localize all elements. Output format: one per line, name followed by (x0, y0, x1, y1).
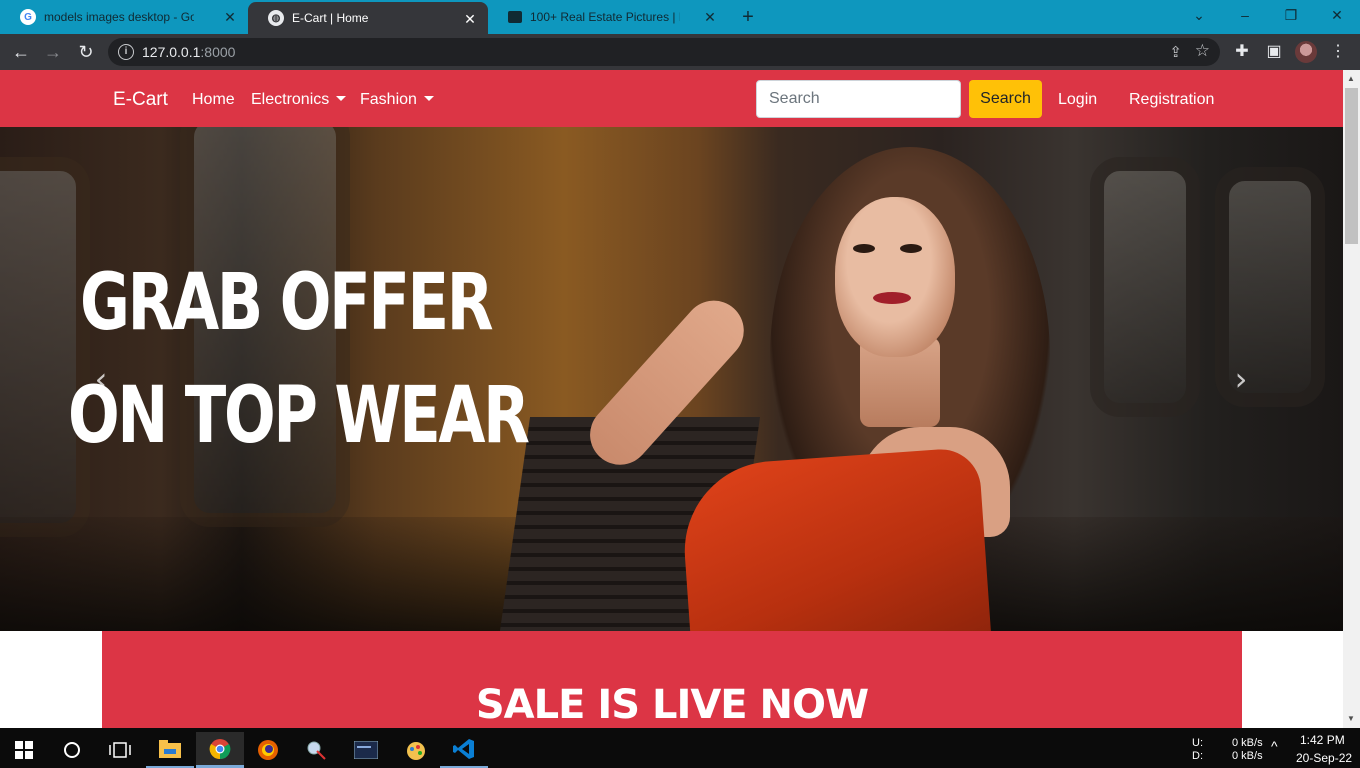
close-window-icon[interactable]: ✕ (1314, 0, 1360, 34)
minimize-icon[interactable]: – (1222, 0, 1268, 34)
hero-headline-line1: GRAB OFFER (80, 258, 494, 348)
site-info-icon[interactable]: i (118, 44, 134, 60)
windows-start-icon[interactable] (0, 732, 48, 768)
caret-down-icon (336, 96, 347, 101)
net-up-value: 0 kB/s (1232, 737, 1263, 749)
hero-model-eye (853, 244, 875, 253)
caret-down-icon (423, 96, 434, 101)
nav-fashion-dropdown[interactable]: Fashion (360, 91, 434, 109)
side-panel-icon[interactable]: ▣ (1264, 42, 1284, 62)
snipping-tool-icon[interactable] (292, 732, 340, 768)
search-input[interactable] (756, 80, 961, 118)
net-up-label: U: (1192, 737, 1203, 749)
bookmark-star-icon[interactable]: ☆ (1195, 41, 1210, 61)
vscode-icon[interactable] (440, 732, 488, 768)
clock-time[interactable]: 1:42 PM (1300, 733, 1345, 747)
google-g-icon: G (20, 9, 36, 25)
sale-heading: SALE IS LIVE NOW (475, 682, 869, 728)
nav-registration[interactable]: Registration (1129, 91, 1214, 109)
hero-model-lips (873, 292, 911, 304)
url-text: 127.0.0.1:8000 (142, 44, 236, 60)
scrollbar-thumb[interactable] (1345, 88, 1358, 244)
search-button[interactable]: Search (969, 80, 1042, 118)
share-icon[interactable]: ⇪ (1169, 43, 1182, 61)
scroll-up-arrow-icon[interactable]: ▲ (1347, 74, 1355, 83)
globe-icon: ◍ (268, 10, 284, 26)
hero-model-eye (900, 244, 922, 253)
sale-banner: SALE IS LIVE NOW (102, 631, 1242, 728)
tab-title: E-Cart | Home (292, 11, 369, 25)
scroll-down-arrow-icon[interactable]: ▼ (1347, 714, 1355, 723)
clock-date[interactable]: 20-Sep-22 (1296, 751, 1352, 765)
page-scrollbar[interactable]: ▲ ▼ (1343, 70, 1360, 728)
brand-logo[interactable]: E-Cart (113, 89, 168, 111)
hero-carousel: GRAB OFFER ON TOP WEAR ‹ › (0, 127, 1343, 631)
browser-tab-ecart[interactable]: ◍ E-Cart | Home ✕ (248, 2, 488, 34)
windows-taskbar: U: D: 0 kB/s 0 kB/s ^ 1:42 PM 20-Sep-22 (0, 728, 1360, 768)
terminal-app-icon[interactable] (342, 732, 390, 768)
paint-app-icon[interactable] (392, 732, 440, 768)
hero-headline-line2: ON TOP WEAR (68, 371, 530, 461)
browser-tab-google[interactable]: G models images desktop - Google ✕ (0, 0, 248, 34)
tray-expand-chevron-icon[interactable]: ^ (1271, 738, 1278, 754)
reload-icon[interactable]: ↻ (75, 41, 97, 63)
search-circle-icon[interactable] (48, 732, 96, 768)
close-tab-icon[interactable]: ✕ (462, 11, 478, 27)
background-window-shape (1090, 157, 1200, 417)
net-down-value: 0 kB/s (1232, 750, 1263, 762)
close-tab-icon[interactable]: ✕ (222, 9, 238, 25)
carousel-prev-icon[interactable]: ‹ (86, 359, 116, 399)
tab-title: 100+ Real Estate Pictures | Down (530, 10, 680, 24)
site-navbar: E-Cart Home Electronics Fashion Search L… (0, 70, 1343, 127)
nav-electronics-dropdown[interactable]: Electronics (251, 91, 347, 109)
chrome-icon[interactable] (196, 732, 244, 768)
tab-search-chevron-icon[interactable]: ⌄ (1176, 0, 1222, 34)
restore-icon[interactable]: ❐ (1268, 0, 1314, 34)
browser-tab-strip: G models images desktop - Google ✕ ◍ E-C… (0, 0, 1360, 34)
net-down-label: D: (1192, 750, 1203, 762)
unsplash-icon (508, 11, 522, 23)
close-tab-icon[interactable]: ✕ (702, 9, 718, 25)
nav-login[interactable]: Login (1058, 91, 1097, 109)
task-view-icon[interactable] (96, 732, 144, 768)
file-explorer-icon[interactable] (146, 732, 194, 768)
hero-model-dress (678, 446, 992, 631)
nav-home[interactable]: Home (192, 91, 235, 109)
firefox-icon[interactable] (244, 732, 292, 768)
browser-menu-icon[interactable]: ⋮ (1328, 42, 1348, 62)
back-arrow-icon[interactable]: ← (10, 41, 32, 63)
hero-model-face (835, 197, 955, 357)
carousel-next-icon[interactable]: › (1226, 359, 1256, 399)
background-window-shape (0, 157, 90, 537)
new-tab-plus-icon[interactable]: + (737, 6, 759, 28)
address-bar[interactable]: i 127.0.0.1:8000 ⇪ ☆ (108, 38, 1220, 66)
profile-avatar[interactable] (1295, 41, 1317, 63)
forward-arrow-icon[interactable]: → (42, 41, 64, 63)
tab-title: models images desktop - Google (44, 10, 194, 24)
browser-toolbar: ← → ↻ i 127.0.0.1:8000 ⇪ ☆ ✚ ▣ ⋮ (0, 34, 1360, 70)
extensions-puzzle-icon[interactable]: ✚ (1232, 42, 1252, 62)
page-viewport: E-Cart Home Electronics Fashion Search L… (0, 70, 1343, 728)
browser-tab-unsplash[interactable]: 100+ Real Estate Pictures | Down ✕ (488, 0, 728, 34)
